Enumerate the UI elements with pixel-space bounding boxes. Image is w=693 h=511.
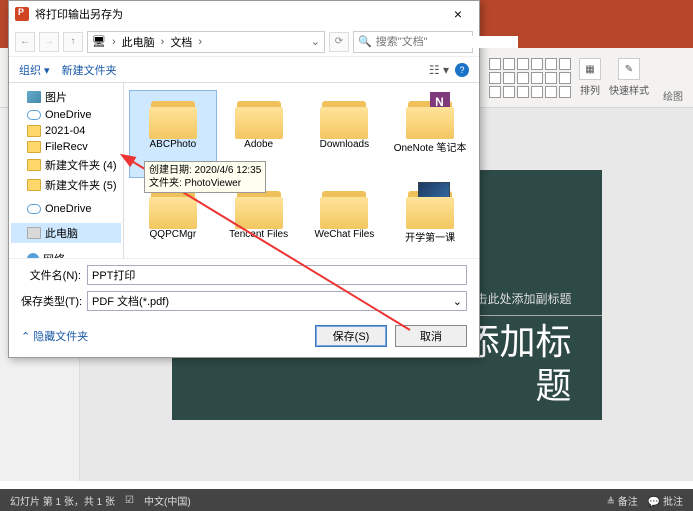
tree-item-label: 此电脑: [45, 225, 78, 241]
notes-button[interactable]: ≜ 备注: [607, 493, 638, 508]
breadcrumb-docs[interactable]: 文档: [170, 34, 192, 50]
folder-tile[interactable]: Downloads: [302, 91, 388, 177]
folder-icon: [404, 185, 456, 229]
tree-item[interactable]: 图片: [11, 87, 121, 107]
slide-count: 幻灯片 第 1 张，共 1 张: [10, 493, 115, 508]
up-button[interactable]: ↑: [63, 32, 83, 52]
folder-icon: [318, 95, 370, 139]
quick-style-icon: ✎: [618, 58, 640, 80]
tree-item[interactable]: OneDrive: [11, 107, 121, 123]
savetype-label: 保存类型(T):: [21, 293, 81, 309]
tree-item-label: FileRecv: [45, 141, 88, 153]
drive-icon: [27, 227, 41, 239]
folder-name: ABCPhoto: [150, 139, 197, 150]
help-icon[interactable]: ?: [455, 63, 469, 77]
folder-tile[interactable]: 开学第一课: [387, 181, 473, 258]
tree-item-label: 新建文件夹 (5): [45, 177, 117, 193]
dialog-nav: ← → ↑ 🖥 此电脑 文档 ⌄ ⟳ 🔍: [9, 27, 479, 57]
folder-icon: [233, 95, 285, 139]
tree-item[interactable]: 2021-04: [11, 123, 121, 139]
close-button[interactable]: ×: [443, 6, 473, 22]
forward-button[interactable]: →: [39, 32, 59, 52]
savetype-select[interactable]: PDF 文档(*.pdf): [92, 293, 453, 309]
tree-item[interactable]: FileRecv: [11, 139, 121, 155]
save-button[interactable]: 保存(S): [315, 325, 387, 347]
breadcrumb[interactable]: 🖥 此电脑 文档 ⌄: [87, 31, 325, 53]
dialog-titlebar: 将打印输出另存为 ×: [9, 1, 479, 27]
quick-style-button[interactable]: ✎ 快速样式: [609, 58, 649, 97]
pc-icon: 🖥: [92, 35, 106, 48]
comments-button[interactable]: 💬 批注: [648, 493, 683, 508]
organize-menu[interactable]: 组织 ▾: [19, 62, 50, 78]
chevron-down-icon: ⌄: [453, 295, 462, 308]
dialog-footer: ⌃ 隐藏文件夹 保存(S) 取消: [9, 317, 479, 357]
dialog-toolbar: 组织 ▾ 新建文件夹 ☷ ▾ ?: [9, 57, 479, 83]
folder-icon: [27, 159, 41, 171]
folder-tooltip: 创建日期: 2020/4/6 12:35 文件夹: PhotoViewer: [144, 161, 266, 193]
folder-icon: [318, 185, 370, 229]
tree-item[interactable]: OneDrive: [11, 201, 121, 217]
folder-icon: [27, 141, 41, 153]
hide-folders-toggle[interactable]: ⌃ 隐藏文件夹: [21, 328, 88, 344]
filename-input[interactable]: [92, 269, 462, 281]
folder-name: QQPCMgr: [150, 229, 197, 240]
tree-item[interactable]: 新建文件夹 (4): [11, 155, 121, 175]
folder-name: Tencent Files: [229, 229, 288, 240]
folder-tile[interactable]: WeChat Files: [302, 181, 388, 258]
search-input[interactable]: [376, 36, 518, 48]
refresh-button[interactable]: ⟳: [329, 32, 349, 52]
folder-name: OneNote 笔记本: [394, 139, 467, 154]
tree-item[interactable]: 网络: [11, 249, 121, 258]
tree-item[interactable]: 此电脑: [11, 223, 121, 243]
new-folder-button[interactable]: 新建文件夹: [62, 62, 117, 78]
dialog-title: 将打印输出另存为: [35, 6, 123, 22]
language-status[interactable]: 中文(中国): [144, 493, 191, 508]
arrange-icon: ▦: [579, 58, 601, 80]
search-box[interactable]: 🔍: [353, 31, 473, 53]
folder-name: 开学第一课: [405, 229, 455, 244]
cloud-icon: [27, 110, 41, 120]
filename-label: 文件名(N):: [21, 267, 81, 283]
tree-item[interactable]: 新建文件夹 (5): [11, 175, 121, 195]
tree-item-label: 2021-04: [45, 125, 85, 137]
breadcrumb-pc[interactable]: 此电脑: [122, 34, 155, 50]
folder-name: Downloads: [320, 139, 369, 150]
tree-item-label: 网络: [43, 251, 65, 258]
ribbon-group-draw: 绘图: [663, 88, 683, 103]
folder-icon: [27, 179, 41, 191]
view-button[interactable]: ☷ ▾: [429, 63, 449, 77]
folder-tree[interactable]: 图片 OneDrive 2021-04 FileRecv 新建文件夹 (4) 新建文件夹 …: [9, 83, 124, 258]
shapes-gallery[interactable]: [489, 58, 571, 98]
folder-name: Adobe: [244, 139, 273, 150]
folder-icon: [404, 95, 456, 139]
arrange-button[interactable]: ▦ 排列: [579, 58, 601, 97]
back-button[interactable]: ←: [15, 32, 35, 52]
spellcheck-icon[interactable]: ☑: [125, 495, 134, 506]
breadcrumb-dropdown[interactable]: ⌄: [311, 35, 320, 48]
tree-item-label: 新建文件夹 (4): [45, 157, 117, 173]
search-icon: 🔍: [358, 35, 372, 48]
powerpoint-icon: [15, 7, 29, 21]
status-bar: 幻灯片 第 1 张，共 1 张 ☑ 中文(中国) ≜ 备注 💬 批注: [0, 489, 693, 511]
cancel-button[interactable]: 取消: [395, 325, 467, 347]
folder-tile[interactable]: OneNote 笔记本: [387, 91, 473, 177]
folder-icon: [27, 125, 41, 137]
folder-icon: [147, 95, 199, 139]
save-as-dialog: 将打印输出另存为 × ← → ↑ 🖥 此电脑 文档 ⌄ ⟳ 🔍 组织 ▾ 新建文…: [8, 0, 480, 358]
pic-icon: [27, 91, 41, 103]
tree-item-label: OneDrive: [45, 203, 91, 215]
tree-item-label: 图片: [45, 89, 67, 105]
file-pane[interactable]: 创建日期: 2020/4/6 12:35 文件夹: PhotoViewer AB…: [124, 83, 479, 258]
dialog-form: 文件名(N): 保存类型(T): PDF 文档(*.pdf)⌄: [9, 258, 479, 317]
cloud-icon: [27, 204, 41, 214]
folder-name: WeChat Files: [314, 229, 374, 240]
tree-item-label: OneDrive: [45, 109, 91, 121]
